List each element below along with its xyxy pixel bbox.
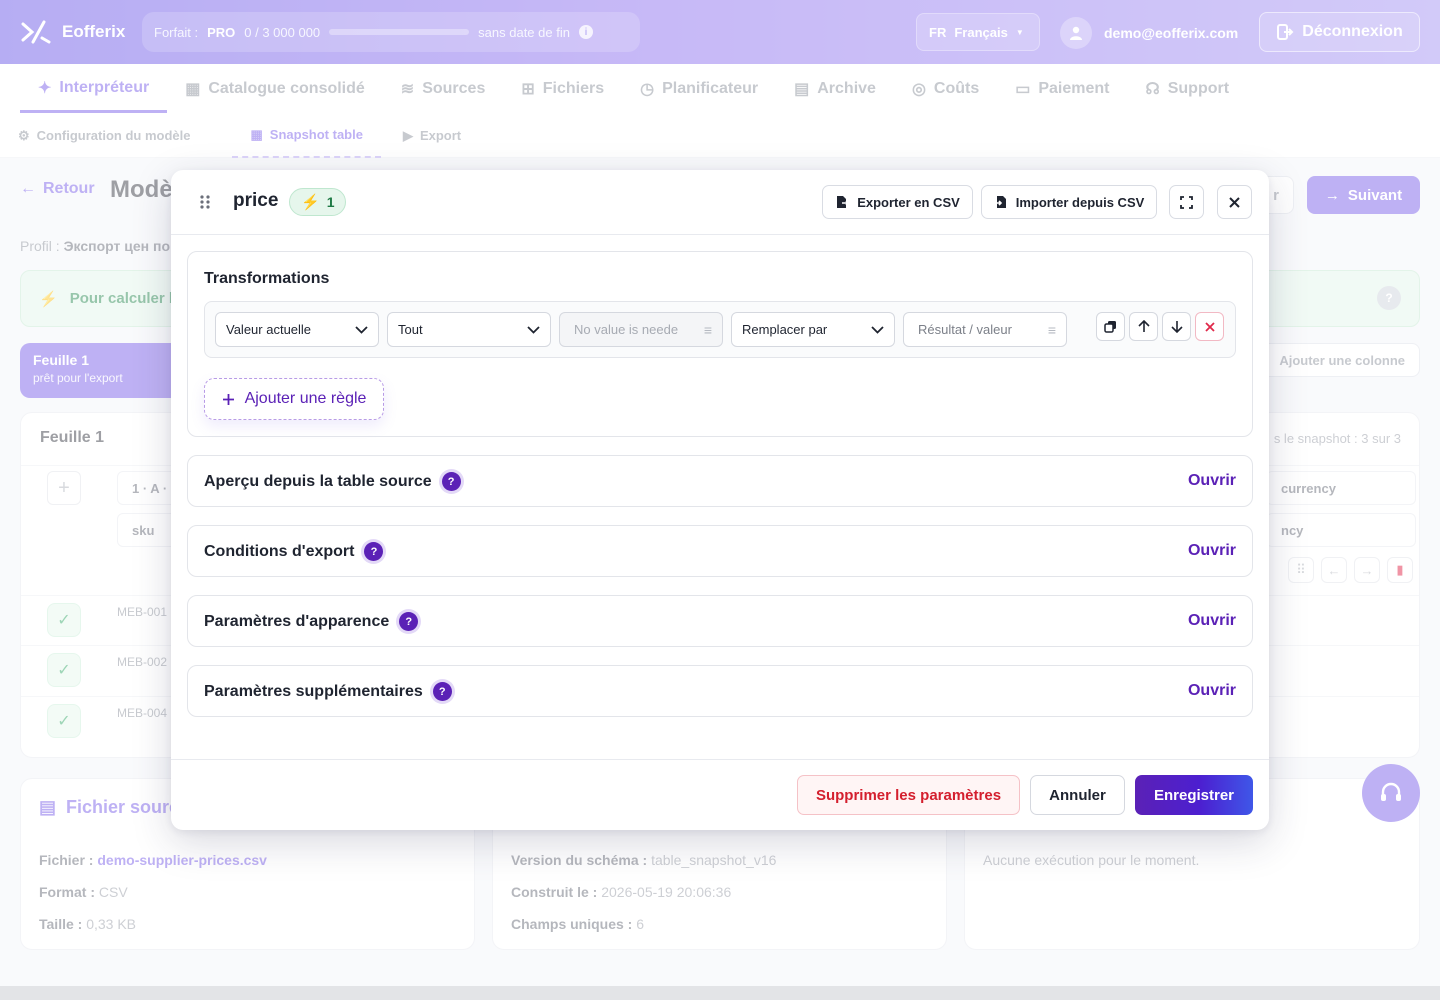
open-section-link[interactable]: Ouvrir <box>1188 612 1236 630</box>
export-csv-label: Exporter en CSV <box>857 194 960 210</box>
delete-rule-button[interactable] <box>1195 312 1224 341</box>
section-title-text: Paramètres d'apparence <box>204 612 390 630</box>
duplicate-rule-button[interactable] <box>1096 312 1125 341</box>
select-value: Tout <box>398 322 423 337</box>
open-section-link[interactable]: Ouvrir <box>1188 472 1236 490</box>
plus-icon <box>222 393 234 405</box>
section-additional[interactable]: Paramètres supplémentaires? Ouvrir <box>187 665 1253 717</box>
section-appearance[interactable]: Paramètres d'apparence? Ouvrir <box>187 595 1253 647</box>
modal-footer: Supprimer les paramètres Annuler Enregis… <box>171 759 1269 830</box>
result-value-input[interactable]: Résultat / valeur ≡ <box>903 312 1067 347</box>
arrow-up-icon <box>1137 320 1150 332</box>
help-icon[interactable]: ? <box>432 682 452 701</box>
fullscreen-button[interactable] <box>1169 185 1204 219</box>
column-settings-modal: price ⚡ 1 Exporter en CSV Importer depui… <box>171 170 1269 830</box>
help-icon[interactable]: ? <box>441 472 461 491</box>
rules-count-badge: ⚡ 1 <box>289 188 347 216</box>
import-csv-label: Importer depuis CSV <box>1015 194 1145 210</box>
source-select[interactable]: Valeur actuelle <box>215 312 379 347</box>
transformations-panel: Transformations Valeur actuelle Tout No … <box>187 251 1253 437</box>
import-csv-button[interactable]: Importer depuis CSV <box>981 185 1157 219</box>
modal-header: price ⚡ 1 Exporter en CSV Importer depui… <box>171 170 1269 235</box>
section-title-text: Paramètres supplémentaires <box>204 682 423 700</box>
open-section-link[interactable]: Ouvrir <box>1188 542 1236 560</box>
cancel-button[interactable]: Annuler <box>1030 775 1125 815</box>
scope-select[interactable]: Tout <box>387 312 551 347</box>
section-title: Paramètres supplémentaires? <box>204 682 452 701</box>
lines-icon: ≡ <box>703 321 712 338</box>
expand-icon <box>1180 195 1193 209</box>
chevron-down-icon <box>355 325 368 334</box>
help-icon[interactable]: ? <box>399 612 419 631</box>
bolt-icon: ⚡ <box>301 194 320 211</box>
section-title: Aperçu depuis la table source? <box>204 472 461 491</box>
save-button[interactable]: Enregistrer <box>1135 775 1253 815</box>
section-title: Paramètres d'apparence? <box>204 612 419 631</box>
section-export-conditions[interactable]: Conditions d'export? Ouvrir <box>187 525 1253 577</box>
add-rule-button[interactable]: Ajouter une règle <box>204 378 384 420</box>
input-placeholder: Résultat / valeur <box>918 322 1012 337</box>
move-down-button[interactable] <box>1162 312 1191 341</box>
input-placeholder: No value is neede <box>574 322 679 337</box>
chevron-down-icon <box>527 325 540 334</box>
open-section-link[interactable]: Ouvrir <box>1188 682 1236 700</box>
file-import-icon <box>994 196 1006 208</box>
select-value: Remplacer par <box>742 322 828 337</box>
action-select[interactable]: Remplacer par <box>731 312 895 347</box>
export-csv-button[interactable]: Exporter en CSV <box>822 185 973 219</box>
add-rule-label: Ajouter une règle <box>244 390 367 407</box>
transformations-title: Transformations <box>204 270 330 287</box>
section-title-text: Conditions d'export <box>204 542 355 560</box>
close-icon <box>1204 321 1215 332</box>
section-title-text: Aperçu depuis la table source <box>204 472 432 490</box>
copy-icon <box>1104 321 1116 333</box>
close-button[interactable] <box>1217 185 1252 219</box>
lines-icon: ≡ <box>1047 321 1056 338</box>
rule-row: Valeur actuelle Tout No value is neede ≡… <box>204 301 1236 358</box>
close-icon <box>1229 196 1240 208</box>
move-up-button[interactable] <box>1129 312 1158 341</box>
arrow-down-icon <box>1170 321 1183 333</box>
section-title: Conditions d'export? <box>204 542 384 561</box>
file-export-icon <box>837 196 850 208</box>
drag-handle-icon[interactable] <box>199 194 211 210</box>
delete-settings-button[interactable]: Supprimer les paramètres <box>797 775 1020 815</box>
badge-count: 1 <box>326 194 335 210</box>
section-source-preview[interactable]: Aperçu depuis la table source? Ouvrir <box>187 455 1253 507</box>
chevron-down-icon <box>871 325 884 334</box>
match-value-input[interactable]: No value is neede ≡ <box>559 312 723 347</box>
help-icon[interactable]: ? <box>364 542 384 561</box>
select-value: Valeur actuelle <box>226 322 312 337</box>
modal-title: price <box>233 190 279 211</box>
